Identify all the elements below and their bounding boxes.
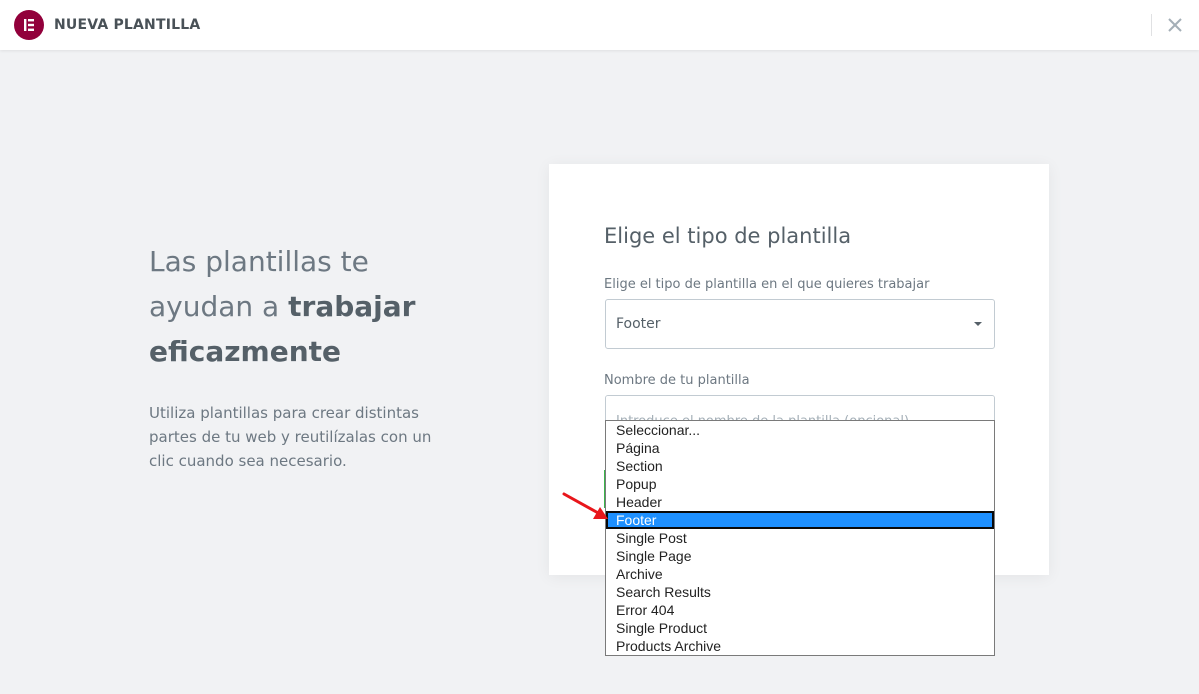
hero-title-prefix: ayudan a: [149, 290, 289, 323]
option-header[interactable]: Header: [606, 493, 994, 511]
chevron-down-icon: [974, 322, 982, 326]
elementor-logo-icon: [14, 10, 44, 40]
option-seleccionar[interactable]: Seleccionar...: [606, 421, 994, 439]
template-name-label: Nombre de tu plantilla: [604, 373, 750, 388]
hero-title-line3: eficazmente: [149, 329, 449, 374]
option-pagina[interactable]: Página: [606, 439, 994, 457]
top-bar: NUEVA PLANTILLA: [0, 0, 1199, 50]
hero-description: Utiliza plantillas para crear distintas …: [149, 404, 432, 470]
window-title: NUEVA PLANTILLA: [54, 17, 201, 33]
template-type-dropdown-list: Seleccionar... Página Section Popup Head…: [605, 420, 995, 656]
hero-title-line1: Las plantillas te: [149, 245, 369, 278]
option-archive[interactable]: Archive: [606, 565, 994, 583]
hero-title-line2: ayudan a trabajar: [149, 284, 449, 329]
option-products-archive[interactable]: Products Archive: [606, 637, 994, 655]
option-popup[interactable]: Popup: [606, 475, 994, 493]
hero-title: Las plantillas te ayudan a trabajar efic…: [149, 239, 449, 374]
option-error-404[interactable]: Error 404: [606, 601, 994, 619]
form-title: Elige el tipo de plantilla: [604, 224, 852, 248]
header-divider: [1151, 14, 1152, 36]
option-section[interactable]: Section: [606, 457, 994, 475]
close-icon[interactable]: [1164, 14, 1186, 36]
red-arrow-icon: [562, 492, 608, 519]
hero-title-bold-2: eficazmente: [149, 335, 342, 368]
option-single-page[interactable]: Single Page: [606, 547, 994, 565]
template-type-select[interactable]: Footer: [605, 299, 995, 349]
template-type-label: Elige el tipo de plantilla en el que qui…: [604, 277, 930, 292]
option-single-post[interactable]: Single Post: [606, 529, 994, 547]
option-footer[interactable]: Footer: [606, 511, 994, 529]
hero-title-bold: trabajar: [288, 290, 416, 323]
template-type-value: Footer: [616, 316, 661, 332]
option-single-product[interactable]: Single Product: [606, 619, 994, 637]
option-search-results[interactable]: Search Results: [606, 583, 994, 601]
